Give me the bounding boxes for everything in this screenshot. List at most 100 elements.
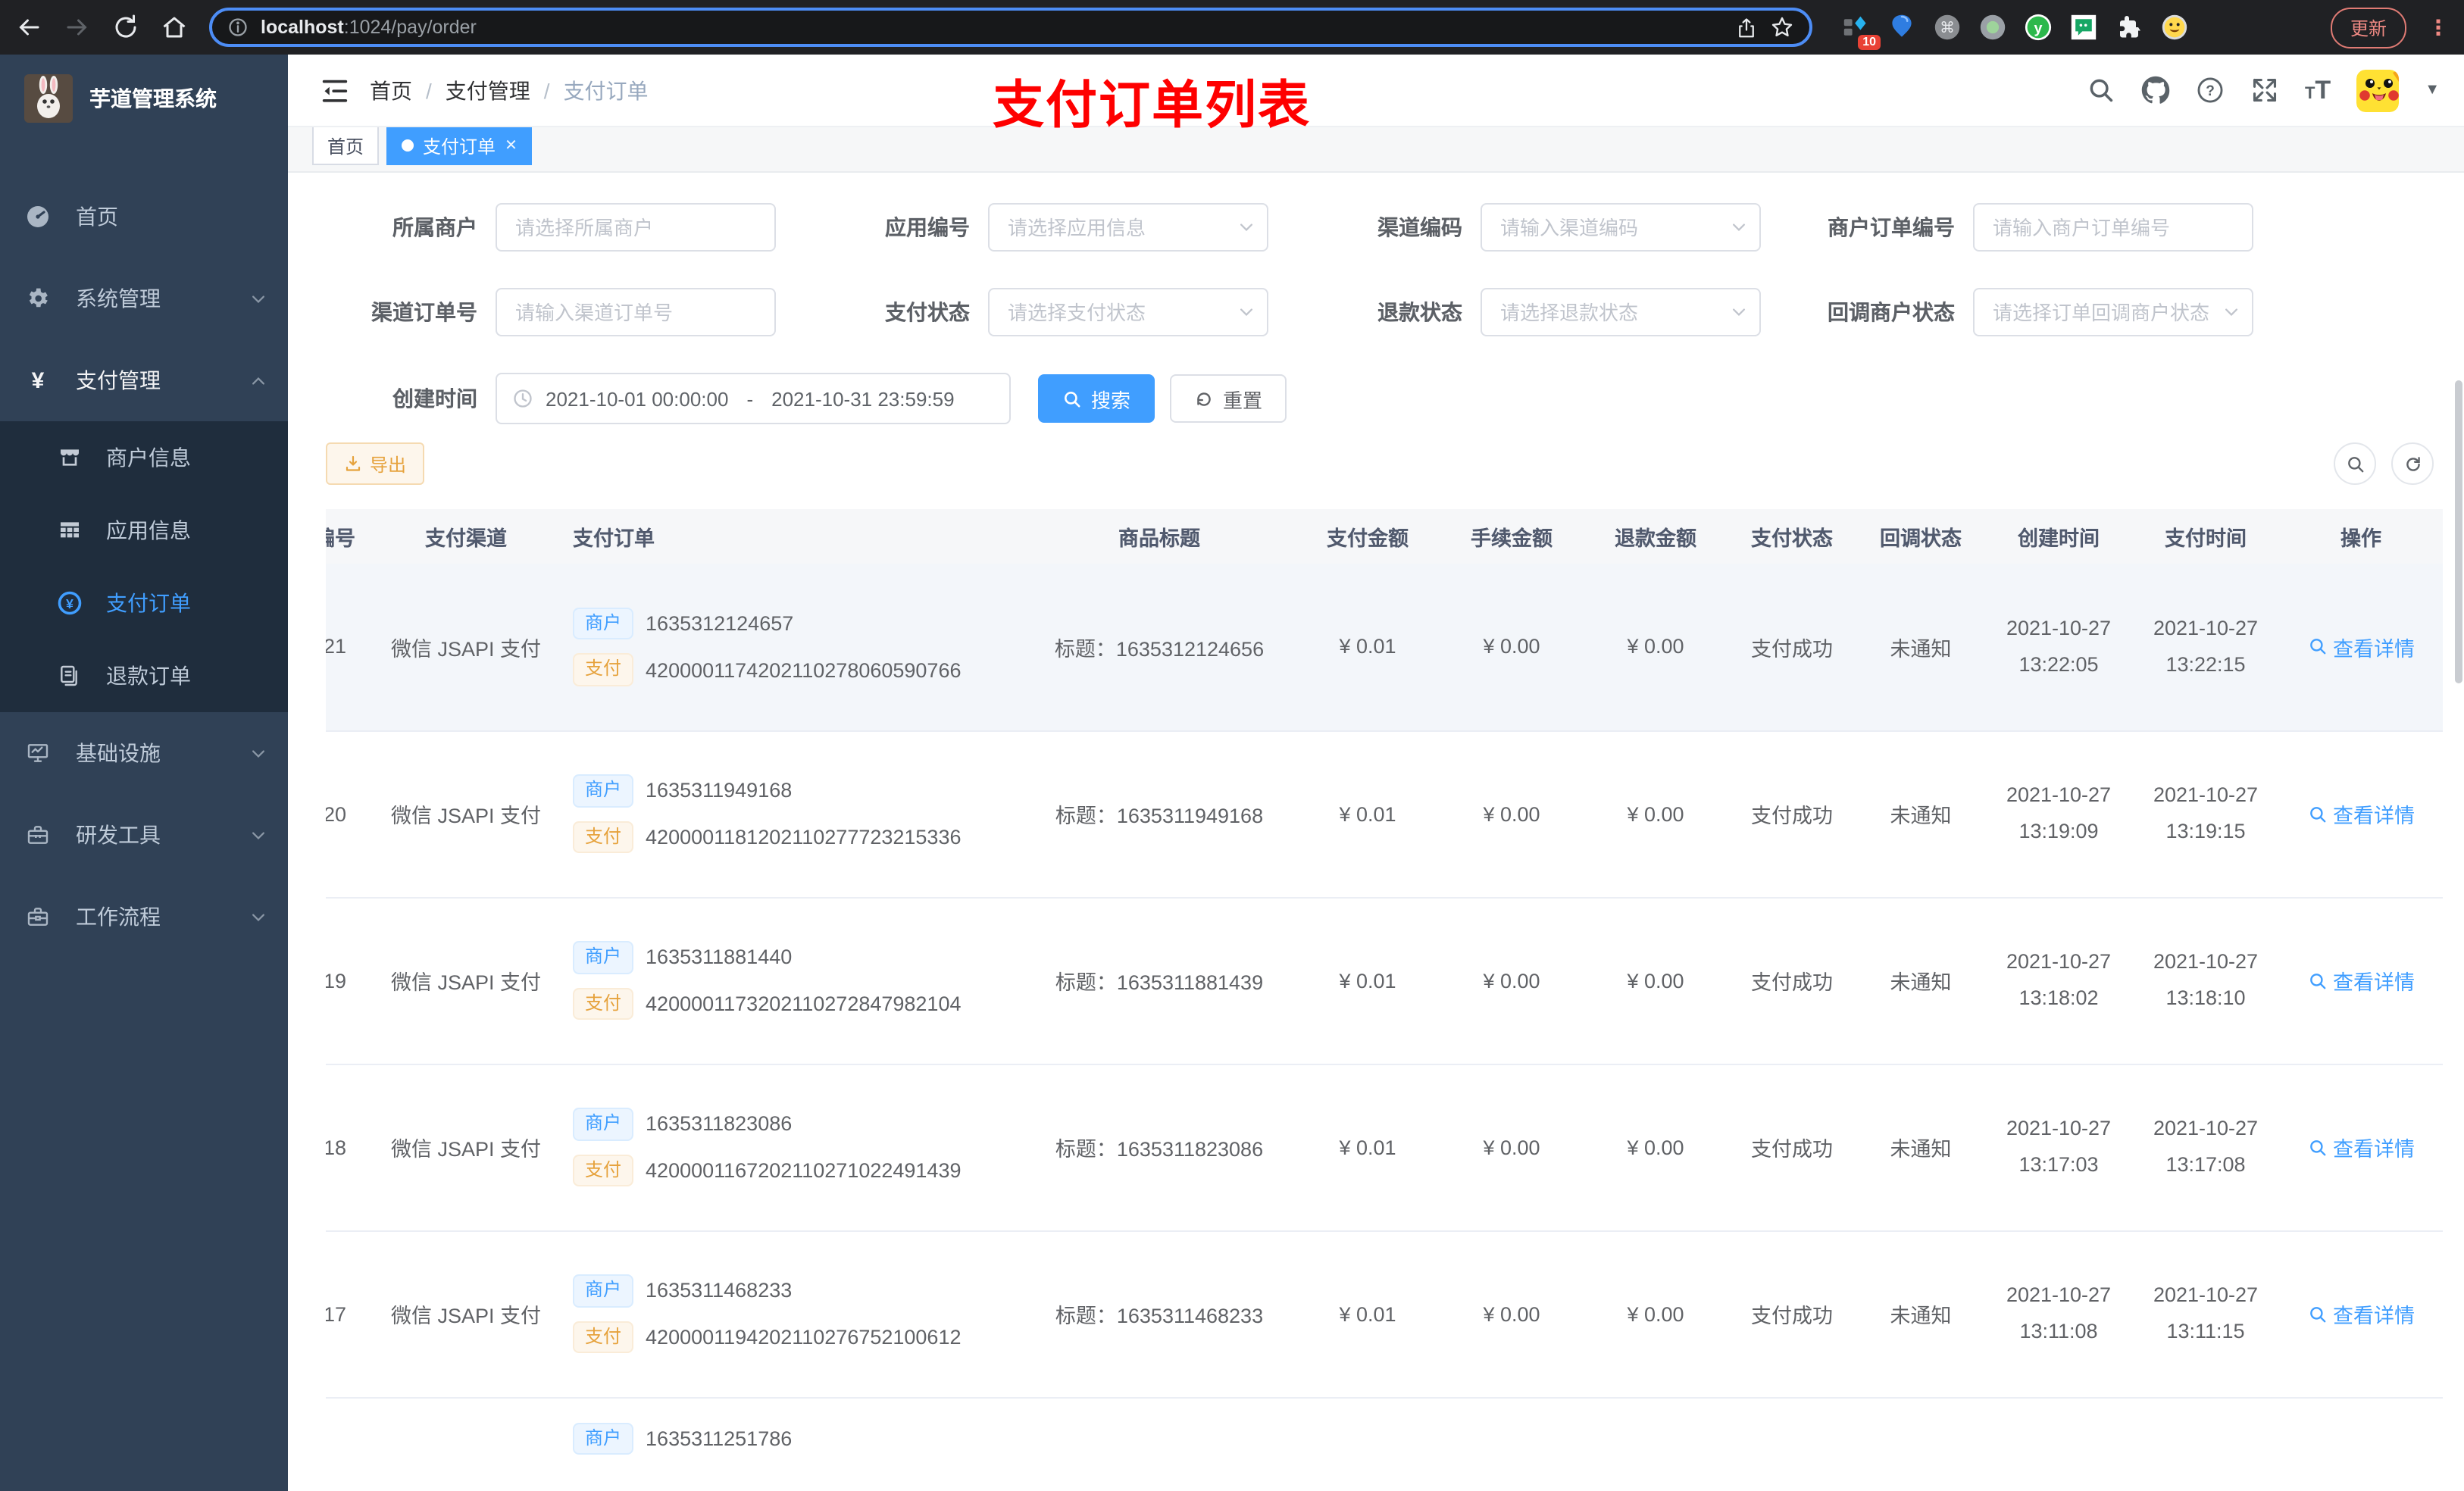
search-button[interactable]: 搜索 (1038, 374, 1155, 423)
logo-image (24, 74, 73, 123)
sidebar-item-infra[interactable]: 基础设施 (0, 712, 288, 794)
sidebar: 芋道管理系统 首页 系统管理 ¥ 支付管理 商户信息 应用信息 ¥ 支付订单 退… (0, 55, 288, 1491)
table-row-partial: 商户 1635311251786 (326, 1397, 2443, 1488)
url-bar[interactable]: localhost :1024/pay/order (209, 8, 1812, 47)
browser-menu-icon[interactable]: ⋮ (2428, 17, 2449, 38)
breadcrumb-home[interactable]: 首页 (370, 75, 412, 105)
toggle-search-icon[interactable] (2334, 442, 2376, 485)
tab-pay-order[interactable]: 支付订单 ✕ (386, 126, 533, 165)
avatar-caret-icon[interactable]: ▼ (2425, 82, 2440, 98)
refund-amount: ¥ 0.00 (1627, 802, 1684, 825)
breadcrumb-separator: / (426, 78, 432, 102)
export-button[interactable]: 导出 (326, 442, 425, 485)
table-toolbar: 导出 (326, 442, 2446, 485)
ext-chat-icon[interactable] (2070, 14, 2097, 41)
url-path: :1024/pay/order (343, 17, 477, 38)
ext-command-icon[interactable]: ⌘ (1934, 14, 1961, 41)
sidebar-item-merchant-info[interactable]: 商户信息 (0, 421, 288, 494)
create-date: 2021-10-27 (2006, 1283, 2112, 1307)
merchant-order-input[interactable] (1973, 203, 2253, 252)
ext-pinned-icon[interactable]: 10 (1843, 14, 1881, 50)
avatar[interactable] (2356, 69, 2400, 111)
extensions-puzzle-icon[interactable] (2115, 14, 2143, 41)
home-icon[interactable] (161, 14, 188, 41)
sidebar-item-label: 应用信息 (106, 518, 191, 542)
view-detail-label: 查看详情 (2333, 971, 2415, 994)
fullscreen-icon[interactable] (2250, 76, 2279, 105)
sidebar-item-pay[interactable]: ¥ 支付管理 (0, 339, 288, 421)
site-info-icon[interactable] (227, 17, 249, 38)
view-detail-link[interactable]: 查看详情 (2307, 799, 2415, 829)
sidebar-item-system[interactable]: 系统管理 (0, 258, 288, 339)
app-title: 芋道管理系统 (89, 86, 217, 111)
pay-tag: 支付 (573, 987, 634, 1021)
sidebar-item-refund-order[interactable]: 退款订单 (0, 639, 288, 712)
tab-close-icon[interactable]: ✕ (505, 137, 518, 154)
refund-amount: ¥ 0.00 (1627, 1136, 1684, 1158)
github-icon[interactable] (2141, 76, 2170, 105)
pay-status-select[interactable] (988, 288, 1268, 336)
filter-label: 渠道订单号 (371, 300, 477, 324)
view-detail-link[interactable]: 查看详情 (2307, 1132, 2415, 1162)
callback-status-select[interactable] (1973, 288, 2253, 336)
merchant-tag: 商户 (573, 607, 634, 640)
sidebar-item-workflow[interactable]: 工作流程 (0, 876, 288, 958)
pay-date: 2021-10-27 (2153, 1283, 2259, 1307)
help-icon[interactable]: ? (2196, 76, 2225, 105)
merchant-tag: 商户 (573, 1274, 634, 1307)
font-size-icon[interactable]: TT (2305, 77, 2331, 103)
merchant-order-no: 1635311468233 (646, 1279, 793, 1302)
create-date: 2021-10-27 (2006, 617, 2112, 640)
collapse-sidebar-icon[interactable] (321, 78, 349, 102)
table-row: 18 微信 JSAPI 支付 商户 1635311823086 支付 42000… (326, 1064, 2443, 1230)
refresh-icon[interactable] (2391, 442, 2434, 485)
page-scrollbar[interactable] (2455, 380, 2462, 683)
app-select[interactable] (988, 203, 1268, 252)
view-detail-link[interactable]: 查看详情 (2307, 632, 2415, 662)
date-range-input[interactable]: 2021-10-01 00:00:00 - 2021-10-31 23:59:5… (496, 373, 1011, 424)
channel-code-select[interactable] (1481, 203, 1761, 252)
order-id: 18 (326, 1136, 347, 1158)
product-title: 标题：1635311949168 (1055, 805, 1264, 827)
ext-emoji-icon[interactable] (2161, 14, 2188, 41)
search-icon[interactable] (2087, 76, 2115, 105)
order-id: 20 (326, 802, 347, 825)
sidebar-item-app-info[interactable]: 应用信息 (0, 494, 288, 567)
svg-text:¥: ¥ (32, 368, 45, 392)
forward-icon[interactable] (64, 14, 91, 41)
callback-status: 未通知 (1890, 971, 1952, 994)
order-id: 19 (326, 969, 347, 992)
reset-button[interactable]: 重置 (1170, 374, 1287, 423)
ext-y-icon[interactable]: y (2025, 14, 2052, 41)
tab-home[interactable]: 首页 (312, 126, 380, 165)
view-detail-link[interactable]: 查看详情 (2307, 1299, 2415, 1329)
breadcrumb-separator: / (543, 78, 550, 102)
reload-icon[interactable] (112, 14, 139, 41)
callback-status: 未通知 (1890, 1138, 1952, 1161)
sidebar-item-pay-order[interactable]: ¥ 支付订单 (0, 567, 288, 639)
sidebar-item-home[interactable]: 首页 (0, 176, 288, 258)
share-icon[interactable] (1735, 16, 1758, 39)
toolbox-icon (26, 823, 50, 847)
svg-text:y: y (2034, 20, 2042, 37)
refund-status-select[interactable] (1481, 288, 1761, 336)
breadcrumb-pay[interactable]: 支付管理 (446, 75, 530, 105)
bookmark-star-icon[interactable] (1770, 15, 1794, 39)
sidebar-item-devtool[interactable]: 研发工具 (0, 794, 288, 876)
gear-icon (26, 286, 50, 311)
create-time: 13:18:02 (2018, 986, 2099, 1009)
ext-balloon-icon[interactable] (1888, 14, 1915, 41)
product-title: 标题：1635311823086 (1055, 1138, 1264, 1161)
pay-amount: ¥ 0.01 (1339, 969, 1396, 992)
ext-record-icon[interactable] (1979, 14, 2006, 41)
channel-order-input[interactable] (496, 288, 776, 336)
view-detail-link[interactable]: 查看详情 (2307, 965, 2415, 996)
pay-status: 支付成功 (1751, 1305, 1833, 1327)
pay-amount: ¥ 0.01 (1339, 802, 1396, 825)
merchant-input[interactable] (496, 203, 776, 252)
tab-active-dot (402, 139, 414, 152)
back-icon[interactable] (15, 14, 42, 41)
merchant-order-no: 1635312124657 (646, 611, 794, 635)
update-button[interactable]: 更新 (2330, 7, 2406, 48)
filter-app: 应用编号 (818, 203, 1268, 252)
